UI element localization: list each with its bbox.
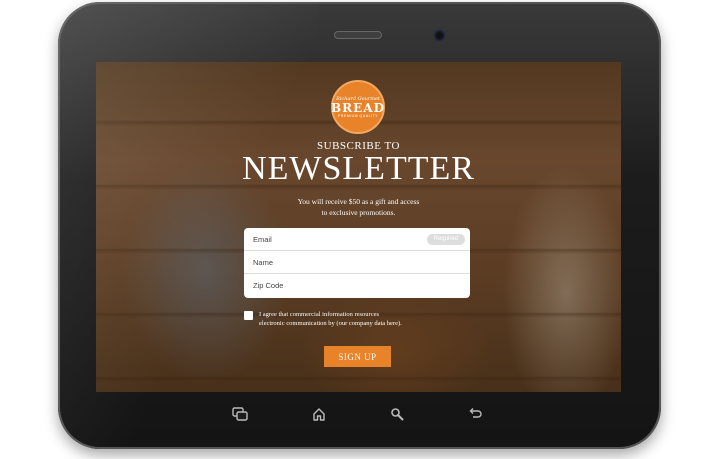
front-camera [432,28,447,43]
description: You will receive $50 as a gift and acces… [96,196,621,218]
signup-form: Required [244,228,470,298]
bread-logo: Richard Gourmet BREAD PREMIUM QUALITY [331,80,385,134]
email-row: Required [244,228,470,251]
name-field[interactable] [253,257,403,267]
home-button[interactable] [311,406,327,422]
agreement-line-2: electronic communication by (our company… [259,320,402,327]
back-button[interactable] [467,406,483,422]
screen: Richard Gourmet BREAD PREMIUM QUALITY SU… [96,62,621,392]
email-field[interactable] [253,234,403,244]
agreement-line-1: I agree that commercial information reso… [259,311,380,318]
logo-tagline: PREMIUM QUALITY [338,113,378,118]
logo-brand: BREAD [331,100,385,115]
agree-checkbox[interactable] [244,311,253,320]
recent-apps-icon [232,407,248,421]
tablet-frame: Richard Gourmet BREAD PREMIUM QUALITY SU… [58,2,661,449]
description-line-1: You will receive $50 as a gift and acces… [297,197,420,206]
sign-up-button[interactable]: SIGN UP [324,346,391,367]
zip-row [244,274,470,297]
speaker-grille [334,31,382,39]
page-title: NEWSLETTER [242,150,475,187]
recent-apps-button[interactable] [232,406,248,422]
name-row [244,251,470,274]
back-icon [469,408,482,418]
agreement-row: I agree that commercial information reso… [244,310,544,328]
zip-code-field[interactable] [253,281,403,290]
search-icon [391,408,404,421]
home-icon [313,408,325,421]
agreement-text: I agree that commercial information reso… [259,310,439,328]
search-button[interactable] [389,406,405,422]
description-line-2: to exclusive promotions. [321,208,396,217]
required-badge: Required [426,234,465,245]
